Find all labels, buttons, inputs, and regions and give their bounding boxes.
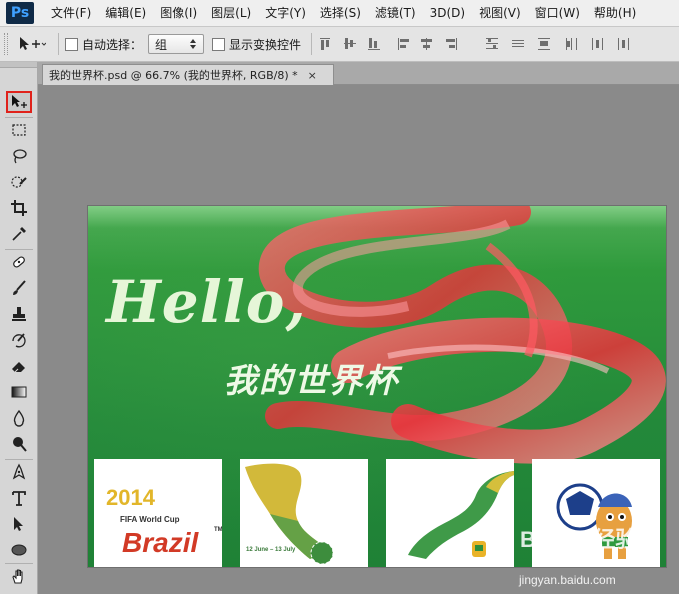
baidu-watermark-url: jingyan.baidu.com: [519, 573, 616, 587]
blur-tool[interactable]: [6, 407, 32, 429]
menu-filter[interactable]: 滤镜(T): [368, 0, 423, 27]
clone-stamp-tool[interactable]: [6, 303, 32, 325]
move-icon: [12, 95, 27, 108]
move-tool[interactable]: [6, 91, 32, 113]
close-tab-icon[interactable]: ×: [308, 69, 317, 82]
hand-tool[interactable]: [6, 565, 32, 587]
quick-selection-tool[interactable]: [6, 171, 32, 193]
lasso-tool[interactable]: [6, 145, 32, 167]
blur-icon: [13, 409, 25, 427]
hand-icon: [12, 569, 23, 584]
pen-icon: [12, 463, 26, 480]
thumb-trademark: TM: [214, 527, 222, 533]
document-tab[interactable]: 我的世界杯.psd @ 66.7% (我的世界杯, RGB/8) * ×: [42, 64, 334, 85]
thumbnail-poster-leg: 12 June – 13 July: [240, 459, 368, 567]
separator: [5, 563, 33, 564]
show-transform-checkbox[interactable]: [212, 37, 226, 51]
history-brush-icon: [12, 333, 26, 348]
path-selection-tool[interactable]: [6, 513, 32, 535]
healing-brush-icon: [13, 256, 25, 268]
world-cup-title: 我的世界杯: [224, 361, 399, 400]
options-grip[interactable]: [4, 33, 8, 55]
thumb-cup-label: FIFA World Cup: [120, 515, 180, 524]
tools-panel-header[interactable]: [0, 62, 37, 68]
lasso-icon: [13, 149, 27, 164]
hello-headline: Hello,: [106, 268, 307, 336]
separator: [5, 117, 33, 118]
menu-bar: Ps 文件(F) 编辑(E) 图像(I) 图层(L) 文字(Y) 选择(S) 滤…: [0, 0, 679, 27]
brush-icon: [13, 280, 26, 295]
crop-icon: [11, 200, 27, 216]
show-transform-label: 显示变换控件: [229, 37, 302, 52]
menu-3d[interactable]: 3D(D): [423, 0, 472, 27]
gradient-icon: [11, 386, 27, 398]
menu-layer[interactable]: 图层(L): [204, 0, 258, 27]
separator: [58, 33, 59, 55]
document-tab-title: 我的世界杯.psd @ 66.7% (我的世界杯, RGB/8) *: [49, 69, 298, 82]
eraser-tool[interactable]: [6, 355, 32, 377]
tool-preset-picker[interactable]: [18, 36, 46, 52]
crop-tool[interactable]: [6, 197, 32, 219]
align-distribute-icons[interactable]: [318, 36, 638, 52]
menu-type[interactable]: 文字(Y): [258, 0, 313, 27]
thumb-dates: 12 June – 13 July: [246, 547, 296, 553]
auto-select-dropdown[interactable]: 组: [148, 34, 205, 54]
eyedropper-icon: [12, 227, 26, 241]
gradient-tool[interactable]: [6, 381, 32, 403]
spinner-arrows-icon: [190, 39, 197, 49]
menu-window[interactable]: 窗口(W): [528, 0, 587, 27]
dodge-icon: [13, 437, 27, 452]
marquee-tool[interactable]: [6, 119, 32, 141]
quick-selection-icon: [11, 176, 27, 188]
thumbnail-poster-emblem: [386, 459, 514, 567]
menu-edit[interactable]: 编辑(E): [98, 0, 153, 27]
eyedropper-tool[interactable]: [6, 223, 32, 245]
auto-select-checkbox[interactable]: [65, 37, 78, 51]
poster-emblem-graphic: [408, 471, 514, 559]
healing-brush-tool[interactable]: [6, 251, 32, 273]
dodge-tool[interactable]: [6, 433, 32, 455]
type-icon: [12, 491, 26, 506]
options-bar: 自动选择： 组 显示变换控件: [0, 27, 679, 62]
thumbnail-brazil-2014: 2014 FIFA World Cup Brazil TM: [94, 459, 222, 567]
menu-help[interactable]: 帮助(H): [587, 0, 643, 27]
marquee-icon: [12, 124, 26, 136]
pen-tool[interactable]: [6, 461, 32, 483]
ellipse-tool[interactable]: [6, 539, 32, 561]
menu-select[interactable]: 选择(S): [313, 0, 368, 27]
eraser-icon: [12, 362, 25, 373]
ellipse-icon: [11, 544, 27, 556]
thumb-country: Brazil: [122, 527, 199, 558]
baidu-watermark-logo: Bai du 经验: [520, 527, 638, 552]
menu-image[interactable]: 图像(I): [153, 0, 204, 27]
separator: [5, 459, 33, 460]
clone-stamp-icon: [12, 307, 26, 321]
photoshop-logo: Ps: [6, 2, 34, 24]
auto-select-value: 组: [155, 37, 168, 52]
separator: [5, 249, 33, 250]
tools-panel: [0, 62, 38, 594]
separator: [311, 33, 313, 55]
type-tool[interactable]: [6, 487, 32, 509]
menu-file[interactable]: 文件(F): [44, 0, 98, 27]
brush-tool[interactable]: [6, 277, 32, 299]
auto-select-label: 自动选择：: [82, 37, 143, 52]
move-tool-preset-icon: [20, 37, 46, 50]
document-canvas[interactable]: Hello, 我的世界杯 2014 FIFA World Cup Brazil …: [88, 206, 666, 567]
menu-view[interactable]: 视图(V): [472, 0, 528, 27]
document-tab-bar: 我的世界杯.psd @ 66.7% (我的世界杯, RGB/8) * ×: [38, 62, 679, 85]
history-brush-tool[interactable]: [6, 329, 32, 351]
path-selection-icon: [14, 517, 23, 531]
thumb-year: 2014: [106, 485, 155, 510]
